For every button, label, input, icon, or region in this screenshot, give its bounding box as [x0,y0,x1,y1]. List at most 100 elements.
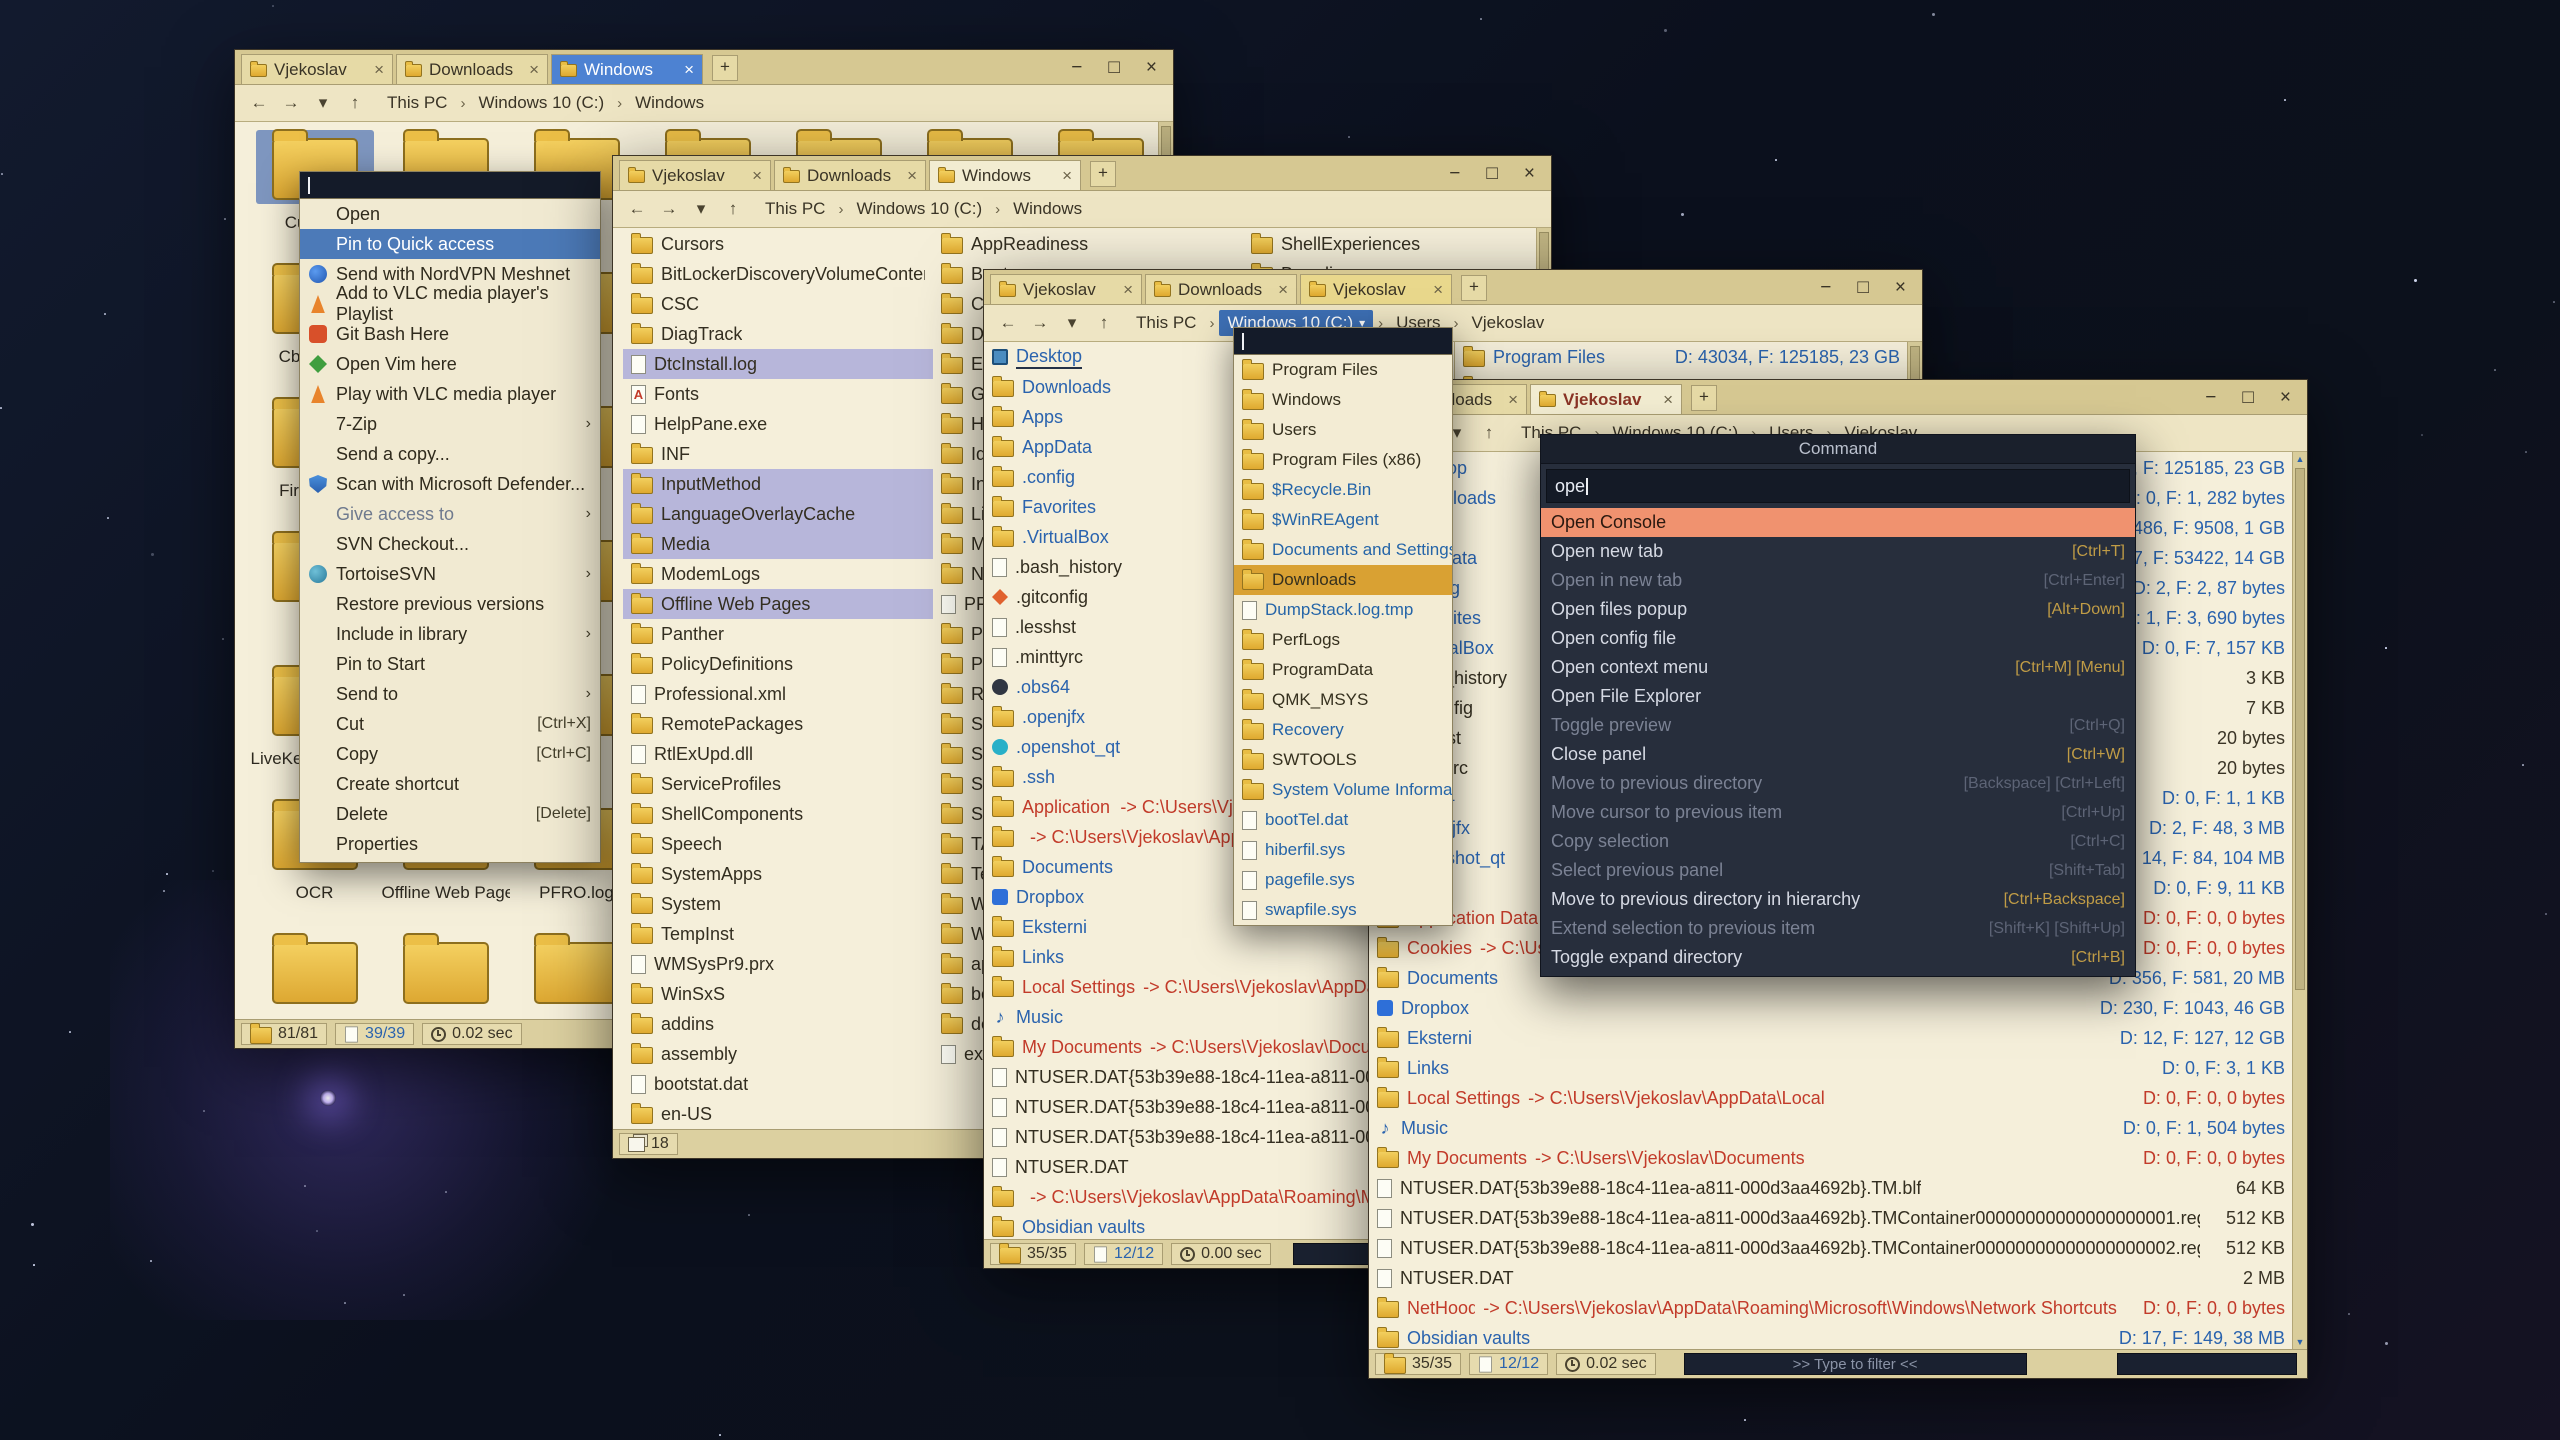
tab-vjekoslav[interactable]: Vjekoslav× [1300,274,1452,304]
close-button[interactable]: × [1524,164,1535,183]
context-menu-item[interactable]: Play with VLC media player [300,379,600,409]
file-row[interactable]: LanguageOverlayCache [623,499,933,529]
back-button[interactable]: ← [245,90,273,116]
minimize-button[interactable]: − [1820,278,1831,297]
context-menu-filter-input[interactable] [300,172,600,199]
new-tab-button[interactable]: + [1691,385,1717,411]
command-item[interactable]: Select previous panel[Shift+Tab] [1541,856,2135,885]
forward-button[interactable]: → [655,196,683,222]
close-button[interactable]: × [2280,388,2291,407]
command-item[interactable]: Extend selection to previous item[Shift+… [1541,914,2135,943]
tab-bar[interactable]: Vjekoslav×Downloads×Windows×+ −□× [613,156,1551,191]
file-row[interactable]: en-US [623,1099,933,1129]
command-item[interactable]: Open Console [1541,508,2135,537]
file-row[interactable]: DropboxD: 230, F: 1043, 46 GB [1369,993,2293,1023]
context-menu-item[interactable]: Add to VLC media player's Playlist [300,289,600,319]
drive-menu-item[interactable]: Program Files (x86) [1234,445,1452,475]
file-row[interactable]: ShellExperiences [1243,229,1551,259]
file-row[interactable]: Media [623,529,933,559]
context-menu-item[interactable]: Copy[Ctrl+C] [300,739,600,769]
file-row[interactable]: My Documents -> C:\Users\Vjekoslav\Docum… [1369,1143,2293,1173]
drive-menu-item[interactable]: pagefile.sys [1234,865,1452,895]
context-menu-item[interactable]: Scan with Microsoft Defender... [300,469,600,499]
command-item[interactable]: Move to previous directory[Backspace] [C… [1541,769,2135,798]
drive-menu-item[interactable]: QMK_MSYS [1234,685,1452,715]
maximize-button[interactable]: □ [2242,388,2253,407]
command-item[interactable]: Open context menu[Ctrl+M] [Menu] [1541,653,2135,682]
tab-vjekoslav[interactable]: Vjekoslav× [619,160,771,190]
file-row[interactable]: WinSxS [623,979,933,1009]
tab-vjekoslav[interactable]: Vjekoslav× [241,54,393,84]
tab-close-icon[interactable]: × [1508,390,1518,410]
type-to-filter-input[interactable]: >> Type to filter << [1684,1353,2027,1375]
context-menu-item[interactable]: Create shortcut [300,769,600,799]
history-dropdown-button[interactable]: ▾ [309,90,337,116]
context-menu-item[interactable]: Open Vim here [300,349,600,379]
breadcrumb-item[interactable]: Windows 10 (C:) [470,90,612,116]
breadcrumb-item[interactable]: Windows 10 (C:) [848,196,990,222]
command-item[interactable]: Open in new tab[Ctrl+Enter] [1541,566,2135,595]
file-row[interactable]: WMSysPr9.prx [623,949,933,979]
file-row[interactable]: INF [623,439,933,469]
command-item[interactable]: Move cursor to previous item[Ctrl+Up] [1541,798,2135,827]
file-row[interactable]: RemotePackages [623,709,933,739]
vertical-scrollbar[interactable]: ▲ ▼ [2292,452,2307,1349]
command-item[interactable]: Close panel[Ctrl+W] [1541,740,2135,769]
tab-close-icon[interactable]: × [752,166,762,186]
command-item[interactable]: Copy selection[Ctrl+C] [1541,827,2135,856]
context-menu-item[interactable]: Give access to› [300,499,600,529]
context-menu-item[interactable]: SVN Checkout... [300,529,600,559]
drive-menu-item[interactable]: hiberfil.sys [1234,835,1452,865]
file-row[interactable]: RtlExUpd.dll [623,739,933,769]
file-row[interactable]: TempInst [623,919,933,949]
file-row[interactable]: BitLockerDiscoveryVolumeContents [623,259,933,289]
minimize-button[interactable]: − [1449,164,1460,183]
tab-downloads[interactable]: Downloads× [396,54,548,84]
file-row[interactable]: NTUSER.DAT{53b39e88-18c4-11ea-a811-000d3… [1369,1233,2293,1263]
file-row[interactable]: NTUSER.DAT{53b39e88-18c4-11ea-a811-000d3… [1369,1203,2293,1233]
up-button[interactable]: ↑ [1090,310,1118,336]
tab-close-icon[interactable]: × [1123,280,1133,300]
drive-menu-item[interactable]: ProgramData [1234,655,1452,685]
up-button[interactable]: ↑ [341,90,369,116]
drive-menu-item[interactable]: Windows [1234,385,1452,415]
command-palette-input[interactable]: ope [1546,469,2130,503]
file-row[interactable]: DtcInstall.log [623,349,933,379]
tab-vjekoslav[interactable]: Vjekoslav× [1530,384,1682,414]
maximize-button[interactable]: □ [1108,58,1119,77]
tab-close-icon[interactable]: × [684,60,694,80]
scroll-down-icon[interactable]: ▼ [2293,1335,2307,1349]
context-menu-item[interactable]: Send to› [300,679,600,709]
new-tab-button[interactable]: + [1090,161,1116,187]
file-row[interactable]: assembly [623,1039,933,1069]
pane-filter-input[interactable] [2117,1353,2297,1375]
file-row[interactable]: EksterniD: 12, F: 127, 12 GB [1369,1023,2293,1053]
scroll-up-icon[interactable]: ▲ [2293,452,2307,466]
tab-windows[interactable]: Windows× [551,54,703,84]
dropdown-filter-input[interactable] [1234,328,1452,355]
close-button[interactable]: × [1895,278,1906,297]
tab-close-icon[interactable]: × [1062,166,1072,186]
context-menu-item[interactable]: Properties [300,829,600,859]
context-menu-item[interactable]: Cut[Ctrl+X] [300,709,600,739]
file-row[interactable]: addins [623,1009,933,1039]
breadcrumb-item[interactable]: This PC [1128,310,1204,336]
file-row[interactable]: SystemApps [623,859,933,889]
file-row[interactable]: InputMethod [623,469,933,499]
file-row[interactable]: PolicyDefinitions [623,649,933,679]
command-item[interactable]: Move to previous directory in hierarchy[… [1541,885,2135,914]
context-menu-item[interactable]: Pin to Start [300,649,600,679]
file-row[interactable]: NTUSER.DAT{53b39e88-18c4-11ea-a811-000d3… [1369,1173,2293,1203]
back-button[interactable]: ← [623,196,651,222]
command-item[interactable]: Open File Explorer [1541,682,2135,711]
file-row[interactable]: Obsidian vaultsD: 17, F: 149, 38 MB [1369,1323,2293,1349]
file-row[interactable]: ShellComponents [623,799,933,829]
file-row[interactable]: Offline Web Pages [623,589,933,619]
tab-downloads[interactable]: Downloads× [1145,274,1297,304]
history-dropdown-button[interactable]: ▾ [1058,310,1086,336]
context-menu-item[interactable]: 7-Zip› [300,409,600,439]
tab-bar[interactable]: Vjekoslav×Downloads×Vjekoslav×+ −□× [984,270,1922,305]
context-menu-item[interactable]: TortoiseSVN› [300,559,600,589]
file-row[interactable]: Program FilesD: 43034, F: 125185, 23 GB [1455,342,1908,372]
file-row[interactable]: bootstat.dat [623,1069,933,1099]
